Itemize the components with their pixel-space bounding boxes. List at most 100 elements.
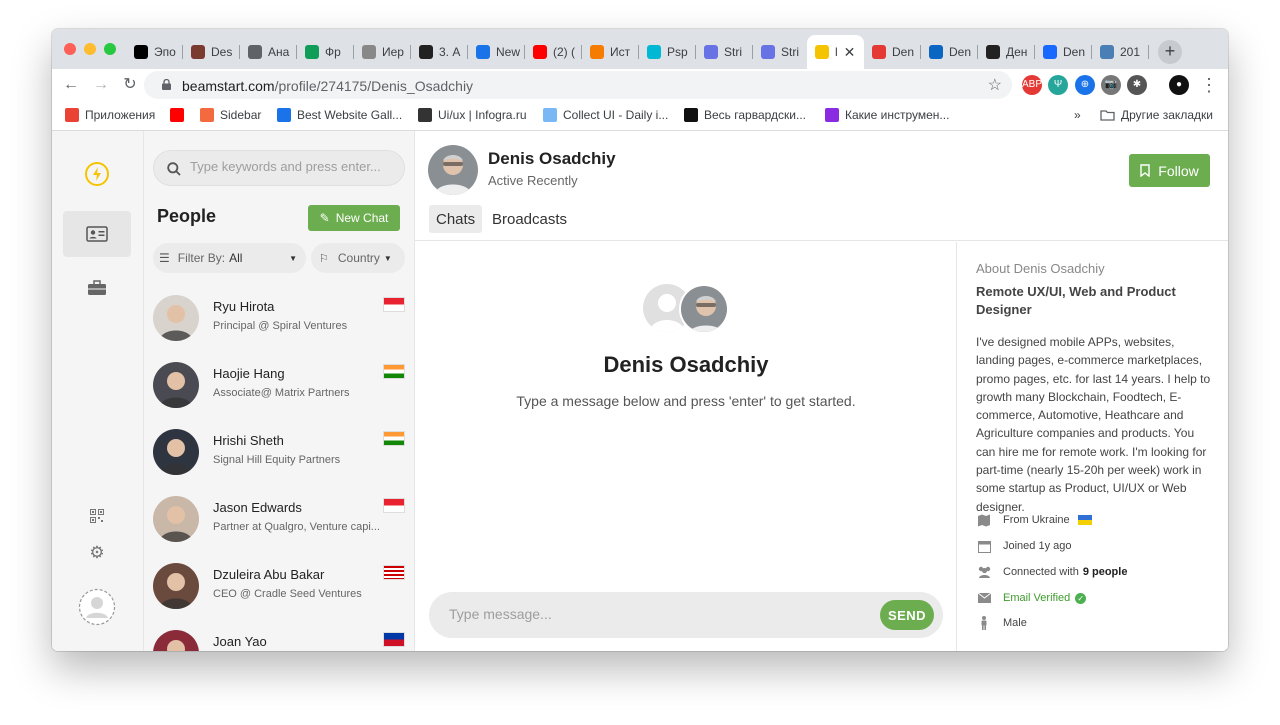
contact-card-icon <box>86 226 108 242</box>
message-input[interactable] <box>449 606 849 622</box>
person-list-item[interactable]: Jason Edwards Partner at Qualgro, Venture… <box>144 486 414 553</box>
beamstart-logo[interactable] <box>63 151 131 197</box>
address-bar[interactable]: beamstart.com/profile/274175/Denis_Osadc… <box>144 71 1012 99</box>
envelope-icon <box>976 590 992 606</box>
bookmark-favicon-icon <box>684 108 698 122</box>
browser-tab[interactable]: Ист <box>582 38 639 66</box>
rail-people-button[interactable] <box>63 211 131 257</box>
contact-name: Denis Osadchiy <box>488 149 616 168</box>
browser-tab[interactable]: 201 <box>1092 38 1149 66</box>
bookmark-item[interactable]: Какие инструмен... <box>825 108 949 122</box>
browser-menu-icon[interactable]: ⋮ <box>1198 74 1220 96</box>
person-name: Haojie Hang <box>213 366 285 381</box>
send-button[interactable]: SEND <box>880 600 934 630</box>
bookmark-item[interactable]: Ui/ux | Infogra.ru <box>418 108 527 122</box>
browser-tab[interactable]: Эпо <box>126 38 183 66</box>
meta-connections-count[interactable]: 9 people <box>1083 566 1128 578</box>
browser-tab[interactable]: Ден <box>978 38 1035 66</box>
browser-tab[interactable]: Stri <box>696 38 753 66</box>
person-list-item[interactable]: Joan Yao <box>144 620 414 651</box>
browser-tab[interactable]: Psp <box>639 38 696 66</box>
bookmark-item[interactable]: Best Website Gall... <box>277 108 402 122</box>
tab-favicon-icon <box>761 45 775 59</box>
search-icon <box>167 162 181 176</box>
browser-tab[interactable]: Den <box>921 38 978 66</box>
country-flag-icon <box>383 431 405 446</box>
bookmark-star-icon[interactable]: ☆ <box>988 75 1002 95</box>
avatar <box>153 429 199 475</box>
contact-avatar-large <box>679 284 729 334</box>
bookmark-item[interactable]: Приложения <box>65 108 155 122</box>
rail-settings-button[interactable]: ⚙ <box>63 530 131 576</box>
tab-favicon-icon <box>590 45 604 59</box>
close-window-button[interactable] <box>64 43 76 55</box>
back-button[interactable]: ← <box>60 74 82 96</box>
bookmarks-bar: Приложения Sidebar Best Website Gall... Ui/… <box>52 101 1228 131</box>
person-name: Joan Yao <box>213 634 267 649</box>
person-list-item[interactable]: Hrishi Sheth Signal Hill Equity Partners <box>144 419 414 486</box>
contact-status: Active Recently <box>488 173 578 188</box>
browser-tab[interactable]: 3. А <box>411 38 468 66</box>
maximize-window-button[interactable] <box>104 43 116 55</box>
person-list-item[interactable]: Ryu Hirota Principal @ Spiral Ventures <box>144 285 414 352</box>
browser-tab[interactable]: Den <box>1035 38 1092 66</box>
browser-tab[interactable]: Den <box>864 38 921 66</box>
follow-button[interactable]: Follow <box>1129 154 1210 187</box>
filter-dropdown[interactable]: ☰ Filter By: All ▼ <box>153 243 306 273</box>
qr-code-icon <box>90 509 104 523</box>
lock-icon <box>162 79 171 90</box>
about-bio: I've designed mobile APPs, websites, lan… <box>976 335 1211 514</box>
bookmark-item[interactable]: Collect UI - Daily i... <box>543 108 668 122</box>
bookmark-item[interactable] <box>170 108 190 122</box>
bookmark-item[interactable]: Sidebar <box>200 108 261 122</box>
bookmark-label: Весь гарвардски... <box>704 108 806 122</box>
browser-tab[interactable]: Иер <box>354 38 411 66</box>
person-list-item[interactable]: Haojie Hang Associate@ Matrix Partners <box>144 352 414 419</box>
bookmarks-more[interactable]: » <box>1074 108 1081 122</box>
people-search[interactable] <box>153 150 405 186</box>
extension-icon[interactable]: ⊕ <box>1075 75 1095 95</box>
forward-button[interactable]: → <box>90 74 112 96</box>
browser-tab[interactable]: (2) ( <box>525 38 582 66</box>
tab-label: Psp <box>667 45 688 59</box>
browser-tab[interactable]: Фр <box>297 38 354 66</box>
url-path: /profile/274175/Denis_Osadchiy <box>274 78 474 94</box>
tab-chats[interactable]: Chats <box>429 205 483 233</box>
tab-favicon-icon <box>1100 45 1114 59</box>
conversation-area: Denis Osadchiy Type a message below and … <box>415 242 957 651</box>
meta-joined-text: Joined 1y ago <box>1003 540 1072 552</box>
reload-button[interactable]: ↻ <box>119 74 141 96</box>
rail-profile-avatar[interactable] <box>63 584 131 630</box>
browser-tab[interactable]: New <box>468 38 525 66</box>
extension-icon[interactable]: ✱ <box>1127 75 1147 95</box>
browser-tab[interactable]: Ана <box>240 38 297 66</box>
extension-icon[interactable]: Ψ <box>1048 75 1068 95</box>
bookmark-item[interactable]: Весь гарвардски... <box>684 108 806 122</box>
people-heading: People <box>157 206 217 226</box>
minimize-window-button[interactable] <box>84 43 96 55</box>
other-bookmarks-label: Другие закладки <box>1121 108 1213 122</box>
country-flag-icon <box>383 364 405 379</box>
new-chat-label: New Chat <box>335 211 389 225</box>
country-dropdown[interactable]: ⚐ Country ▼ <box>311 243 405 273</box>
contact-avatar[interactable] <box>428 145 478 195</box>
url-text: beamstart.com/profile/274175/Denis_Osadc… <box>182 78 473 94</box>
other-bookmarks-folder[interactable]: Другие закладки <box>1100 108 1213 122</box>
extension-icon[interactable]: ● <box>1169 75 1189 95</box>
avatar <box>153 295 199 341</box>
country-flag-icon <box>383 565 405 580</box>
rail-jobs-button[interactable] <box>63 265 131 311</box>
close-tab-icon[interactable]: ✕ <box>844 44 856 61</box>
extension-icon[interactable]: 📷 <box>1101 75 1121 95</box>
new-tab-button[interactable]: + <box>1158 40 1182 64</box>
browser-tab[interactable]: Stri <box>753 38 807 66</box>
browser-tab[interactable]: l ✕ <box>807 35 864 69</box>
tab-label: Иер <box>382 45 404 59</box>
extension-icon[interactable]: ABP <box>1022 75 1042 95</box>
browser-tab[interactable]: Des <box>183 38 240 66</box>
bookmark-favicon-icon <box>65 108 79 122</box>
tab-broadcasts[interactable]: Broadcasts <box>485 205 574 233</box>
search-input[interactable] <box>190 159 395 174</box>
new-chat-button[interactable]: ✎ New Chat <box>308 205 400 231</box>
person-list-item[interactable]: Dzuleira Abu Bakar CEO @ Cradle Seed Vent… <box>144 553 414 620</box>
